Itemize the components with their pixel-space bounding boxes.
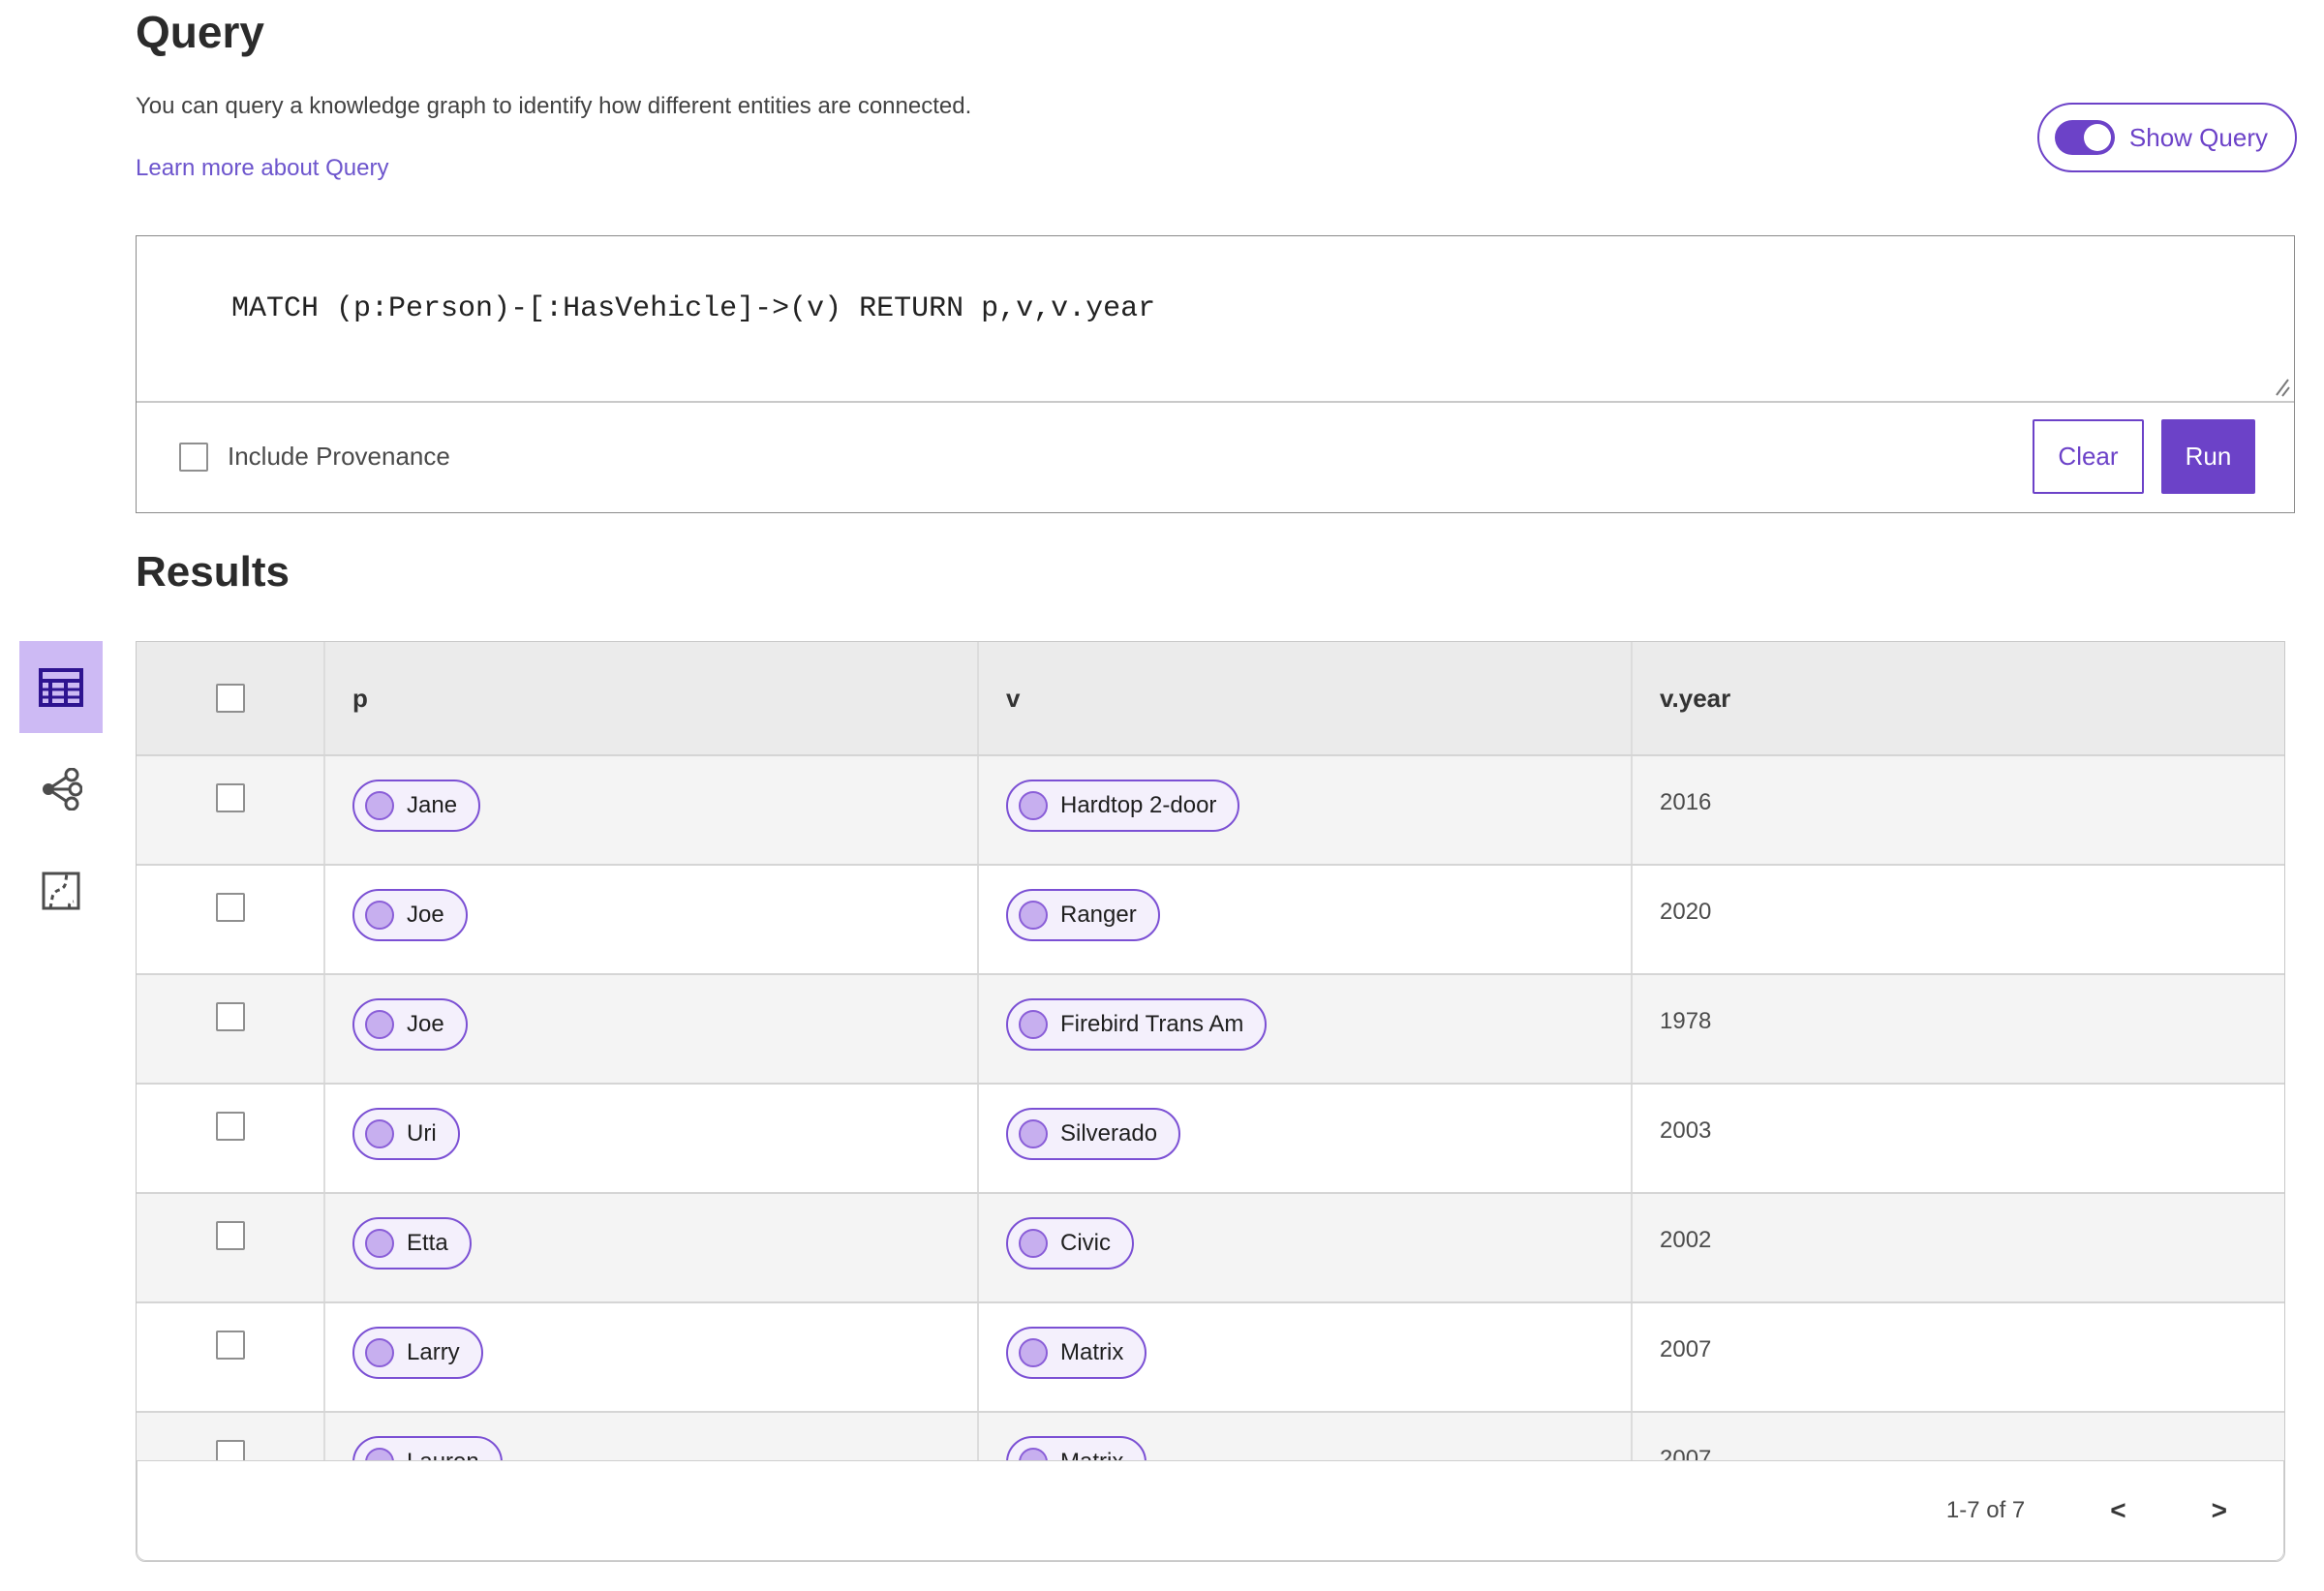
map-view-button[interactable] [19,844,103,936]
entity-pill-v[interactable]: Silverado [1006,1108,1181,1160]
table-view-icon [39,667,83,707]
chevron-right-icon[interactable]: > [2212,1497,2227,1524]
resize-handle-icon[interactable] [2269,376,2290,397]
query-code-text: MATCH (p:Person)-[:HasVehicle]->(v) RETU… [231,292,1156,325]
node-icon [1019,791,1048,820]
year-value: 2020 [1660,899,1712,925]
year-value: 2002 [1660,1227,1712,1253]
column-header-v-year: v.year [1660,683,1731,713]
table-view-button[interactable] [19,641,103,733]
year-value: 2003 [1660,1117,1712,1144]
entity-pill-p[interactable]: Joe [352,889,468,941]
entity-pill-v[interactable]: Civic [1006,1217,1134,1270]
node-icon [1019,1119,1048,1148]
results-table: p v v.year Jane Hardtop 2-door 2016 Joe … [136,641,2285,1562]
query-code-textarea[interactable]: MATCH (p:Person)-[:HasVehicle]->(v) RETU… [137,236,2294,403]
table-row: Larry Matrix 2007 [137,1301,2284,1411]
node-icon [1019,1229,1048,1258]
entity-label: Matrix [1060,1339,1124,1365]
column-header-v: v [1006,683,1021,713]
row-checkbox[interactable] [215,1002,245,1031]
entity-label: Civic [1060,1230,1111,1256]
entity-pill-v[interactable]: Matrix [1006,1327,1147,1379]
entity-label: Etta [407,1230,448,1256]
select-all-checkbox[interactable] [215,684,245,713]
node-icon [1019,1338,1048,1367]
table-row: Joe Ranger 2020 [137,864,2284,973]
row-checkbox[interactable] [215,783,245,812]
entity-label: Jane [407,792,458,818]
year-value: 2007 [1660,1336,1712,1362]
node-icon [365,791,394,820]
pagination-bar: 1-7 of 7 < > [137,1460,2284,1561]
entity-pill-p[interactable]: Jane [352,780,481,832]
entity-label: Uri [407,1120,437,1147]
table-body: Jane Hardtop 2-door 2016 Joe Ranger 2020… [137,754,2284,1520]
entity-label: Ranger [1060,902,1137,928]
entity-label: Hardtop 2-door [1060,792,1217,818]
clear-button[interactable]: Clear [2033,419,2144,494]
entity-pill-p[interactable]: Larry [352,1327,483,1379]
entity-label: Silverado [1060,1120,1158,1147]
node-icon [1019,1010,1048,1039]
include-provenance-label: Include Provenance [228,442,450,471]
show-query-label: Show Query [2128,122,2268,152]
entity-pill-p[interactable]: Uri [352,1108,460,1160]
entity-label: Joe [407,902,444,928]
row-checkbox[interactable] [215,893,245,922]
node-icon [365,901,394,930]
graph-view-icon [43,767,82,811]
node-icon [365,1338,394,1367]
table-header-row: p v v.year [137,642,2284,754]
entity-label: Joe [407,1011,444,1037]
toggle-knob [2083,124,2111,151]
entity-pill-p[interactable]: Etta [352,1217,472,1270]
query-editor-panel: MATCH (p:Person)-[:HasVehicle]->(v) RETU… [136,235,2295,513]
entity-pill-v[interactable]: Hardtop 2-door [1006,780,1240,832]
table-row: Jane Hardtop 2-door 2016 [137,754,2284,864]
node-icon [365,1119,394,1148]
entity-label: Larry [407,1339,460,1365]
entity-pill-v[interactable]: Firebird Trans Am [1006,998,1268,1051]
include-provenance-checkbox[interactable] [179,442,208,472]
node-icon [1019,901,1048,930]
row-checkbox[interactable] [215,1331,245,1360]
pagination-range-label: 1-7 of 7 [1945,1497,2026,1523]
page-title: Query [136,7,264,57]
row-checkbox[interactable] [215,1112,245,1141]
show-query-toggle[interactable]: Show Query [2036,103,2297,172]
map-view-icon [42,872,80,909]
table-row: Uri Silverado 2003 [137,1083,2284,1192]
query-editor-footer: Include Provenance Clear Run [137,403,2294,510]
graph-view-button[interactable] [19,743,103,835]
year-value: 1978 [1660,1008,1712,1034]
run-button[interactable]: Run [2161,419,2255,494]
table-row: Joe Firebird Trans Am 1978 [137,973,2284,1083]
entity-pill-p[interactable]: Joe [352,998,468,1051]
entity-pill-v[interactable]: Ranger [1006,889,1160,941]
row-checkbox[interactable] [215,1221,245,1250]
table-row: Etta Civic 2002 [137,1192,2284,1301]
query-description: You can query a knowledge graph to ident… [136,93,972,119]
node-icon [365,1229,394,1258]
learn-more-link[interactable]: Learn more about Query [136,155,388,182]
node-icon [365,1010,394,1039]
toggle-switch-icon[interactable] [2054,120,2115,155]
entity-label: Firebird Trans Am [1060,1011,1244,1037]
column-header-p: p [352,683,368,713]
year-value: 2016 [1660,789,1712,815]
results-title: Results [136,548,290,596]
view-switcher [19,641,103,936]
chevron-left-icon[interactable]: < [2110,1497,2125,1524]
